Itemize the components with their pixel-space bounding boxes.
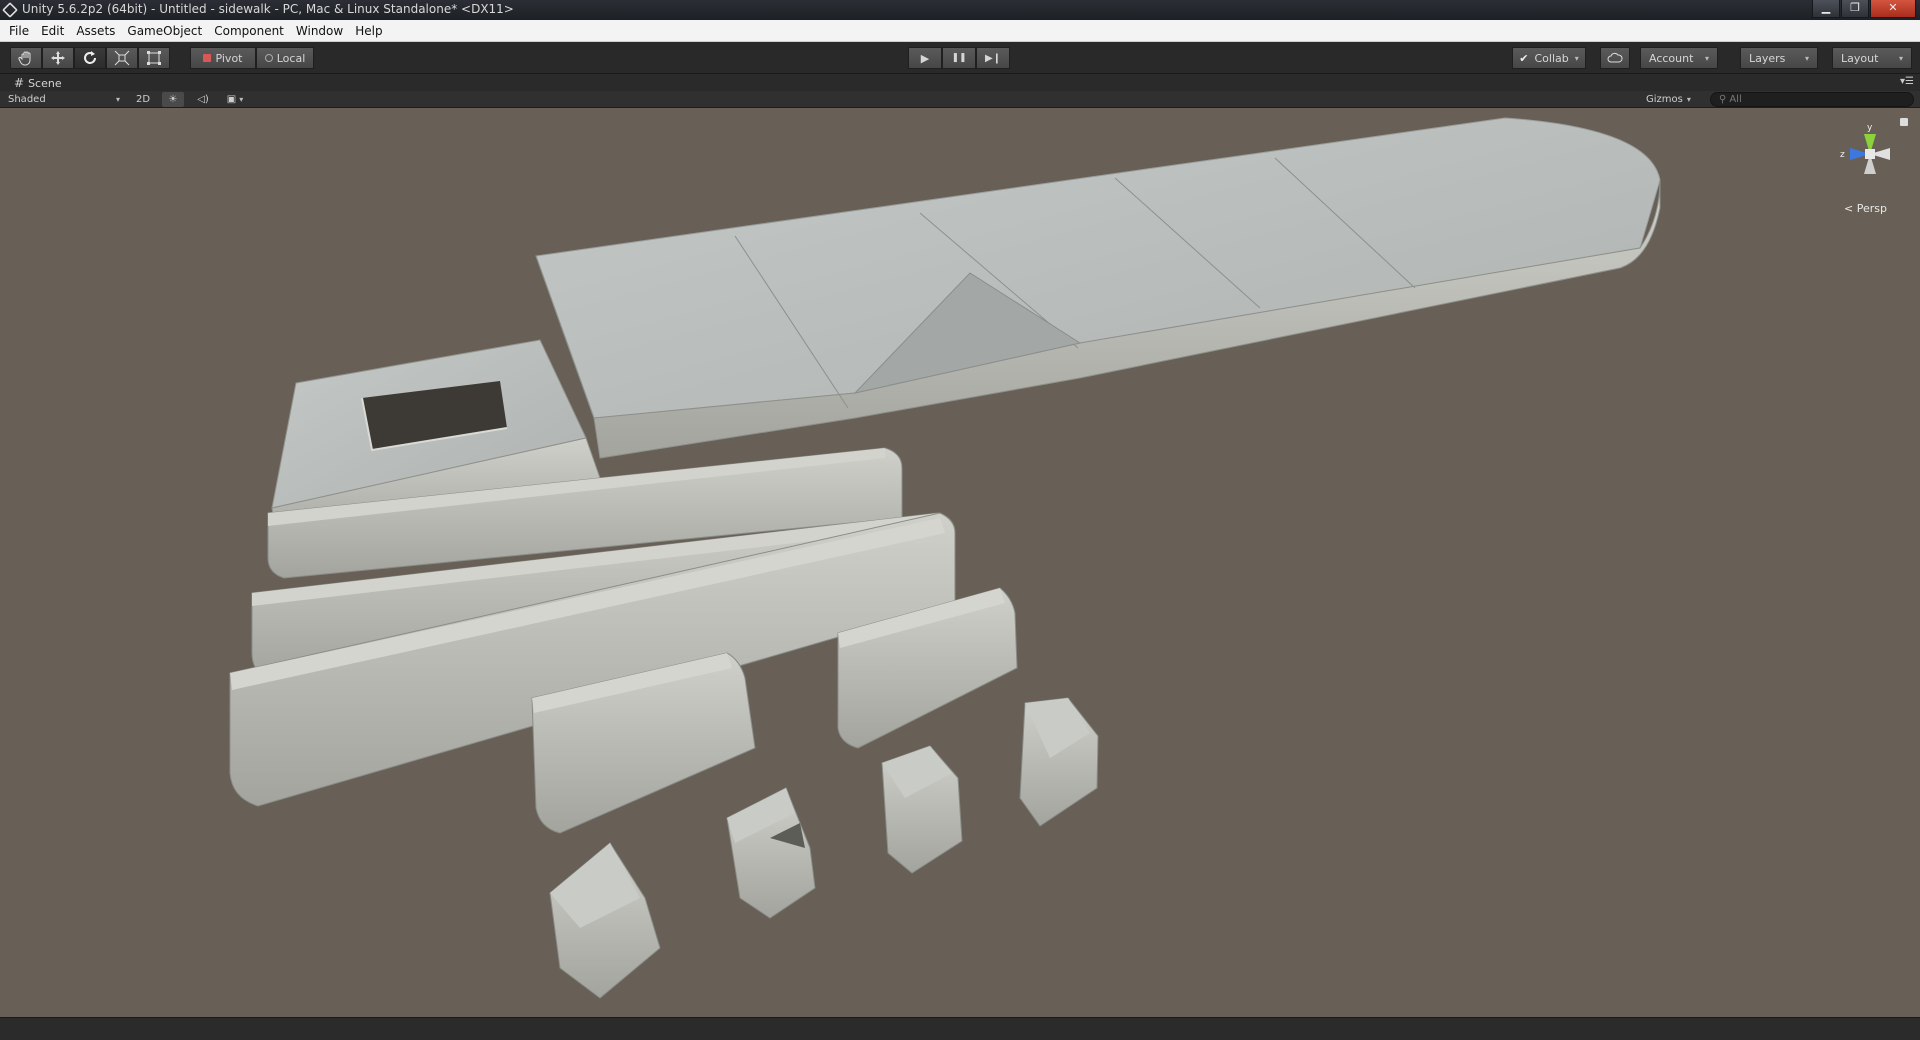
local-icon [264, 54, 273, 62]
collab-dropdown[interactable]: ✔ Collab ▾ [1512, 47, 1586, 69]
pivot-toggle-group: Pivot Local [190, 47, 314, 69]
curb-block-4[interactable] [1019, 697, 1099, 827]
scene-search-field[interactable]: ⚲ All [1710, 92, 1914, 107]
lock-icon[interactable] [1900, 118, 1908, 126]
sidewalk-slab[interactable] [535, 117, 1661, 459]
close-button[interactable]: ✕ [1870, 0, 1916, 18]
gizmos-label: Gizmos [1646, 94, 1683, 105]
pause-icon: ❚❚ [951, 53, 967, 63]
layout-dropdown[interactable]: Layout ▾ [1832, 47, 1912, 69]
cloud-group [1600, 47, 1630, 69]
menu-help[interactable]: Help [349, 21, 388, 41]
status-bar [0, 1017, 1920, 1040]
local-toggle[interactable]: Local [256, 47, 314, 69]
account-dropdown[interactable]: Account ▾ [1640, 47, 1718, 69]
rotate-tool-button[interactable] [74, 47, 106, 69]
2d-mode-toggle[interactable]: 2D [132, 92, 154, 107]
move-tool-button[interactable] [42, 47, 74, 69]
scale-icon [114, 50, 130, 66]
main-toolbar: Pivot Local ▶ ❚❚ ▶❙ ✔ Collab ▾ Account ▾… [0, 42, 1920, 74]
transform-tools [10, 47, 170, 69]
speaker-icon: ◁) [197, 94, 209, 105]
step-icon: ▶❙ [984, 52, 1002, 64]
chevron-down-icon: ▾ [1574, 53, 1579, 63]
chevron-down-icon: ▾ [115, 95, 120, 104]
image-effects-icon: ▣ [226, 94, 237, 105]
collab-label: Collab [1534, 51, 1569, 65]
account-label: Account [1649, 51, 1694, 65]
curb-block-2[interactable] [726, 787, 816, 919]
lighting-toggle[interactable]: ☀ [162, 92, 184, 107]
account-group: Account ▾ [1640, 47, 1718, 69]
window-controls: ▁ ❐ ✕ [1811, 0, 1916, 18]
scene-geometry [229, 117, 1661, 999]
playback-controls: ▶ ❚❚ ▶❙ [908, 47, 1010, 69]
scene-grid-icon: # [14, 76, 25, 90]
search-placeholder: All [1729, 94, 1742, 105]
effects-dropdown[interactable]: ▣ ▾ [220, 92, 250, 107]
rotate-icon [84, 51, 96, 64]
gizmos-dropdown[interactable]: Gizmos ▾ [1646, 92, 1702, 107]
collab-group: ✔ Collab ▾ [1512, 47, 1586, 69]
menu-assets[interactable]: Assets [70, 21, 121, 41]
move-arrows-icon [51, 51, 65, 65]
chevron-down-icon: ▾ [1704, 53, 1709, 63]
restore-button[interactable]: ❐ [1841, 0, 1869, 18]
curb-block-3[interactable] [881, 745, 963, 874]
menu-bar: File Edit Assets GameObject Component Wi… [0, 20, 1920, 42]
gizmo-center-cube[interactable] [1865, 149, 1875, 159]
minimize-button[interactable]: ▁ [1812, 0, 1840, 18]
chevron-down-icon: ▾ [1686, 95, 1691, 104]
layers-group: Layers ▾ [1740, 47, 1818, 69]
menu-gameobject[interactable]: GameObject [121, 21, 208, 41]
hand-icon [18, 51, 31, 66]
unity-logo-icon [2, 2, 18, 18]
cloud-services-button[interactable] [1600, 47, 1630, 69]
window-title: Unity 5.6.2p2 (64bit) - Untitled - sidew… [22, 2, 514, 16]
draw-mode-dropdown[interactable]: Shaded ▾ [8, 92, 122, 107]
scene-viewport[interactable]: y z < Persp [0, 108, 1920, 1017]
scene-tab-label: Scene [28, 76, 62, 90]
hand-tool-button[interactable] [10, 47, 42, 69]
audio-toggle[interactable]: ◁) [192, 92, 214, 107]
scene-tab[interactable]: # Scene [6, 75, 70, 91]
gizmo-y-label: y [1867, 123, 1873, 133]
rect-transform-icon [147, 51, 161, 65]
pivot-toggle[interactable]: Pivot [190, 47, 256, 69]
play-icon: ▶ [920, 51, 930, 65]
layout-group: Layout ▾ [1832, 47, 1912, 69]
pause-button[interactable]: ❚❚ [942, 47, 976, 69]
play-button[interactable]: ▶ [908, 47, 942, 69]
local-label: Local [276, 51, 306, 65]
scale-tool-button[interactable] [106, 47, 138, 69]
persp-icon: < [1844, 202, 1854, 215]
layers-dropdown[interactable]: Layers ▾ [1740, 47, 1818, 69]
pivot-icon [203, 54, 212, 62]
menu-edit[interactable]: Edit [35, 21, 70, 41]
projection-toggle[interactable]: < Persp [1844, 202, 1887, 215]
layout-label: Layout [1841, 51, 1879, 65]
layers-label: Layers [1749, 51, 1786, 65]
step-button[interactable]: ▶❙ [976, 47, 1010, 69]
projection-label: Persp [1856, 202, 1887, 215]
menu-window[interactable]: Window [290, 21, 349, 41]
menu-file[interactable]: File [3, 21, 35, 41]
checkmark-icon: ✔ [1519, 51, 1529, 65]
menu-component[interactable]: Component [208, 21, 290, 41]
chevron-down-icon: ▾ [1804, 53, 1809, 63]
chevron-down-icon: ▾ [239, 95, 244, 104]
cloud-icon [1607, 52, 1623, 63]
pivot-label: Pivot [215, 51, 243, 65]
draw-mode-label: Shaded [8, 94, 46, 105]
window-titlebar: Unity 5.6.2p2 (64bit) - Untitled - sidew… [0, 0, 1920, 20]
search-icon: ⚲ [1719, 94, 1727, 105]
sun-icon: ☀ [168, 94, 178, 105]
scene-tab-bar: # Scene ▾☰ [0, 74, 1920, 91]
tab-menu-icon[interactable]: ▾☰ [1900, 76, 1914, 87]
gizmo-z-label: z [1840, 150, 1845, 160]
scene-view-toolbar: Shaded ▾ 2D ☀ ◁) ▣ ▾ Gizmos ▾ ⚲ All [0, 91, 1920, 108]
rect-tool-button[interactable] [138, 47, 170, 69]
chevron-down-icon: ▾ [1898, 53, 1903, 63]
curb-block-1[interactable] [549, 842, 661, 999]
